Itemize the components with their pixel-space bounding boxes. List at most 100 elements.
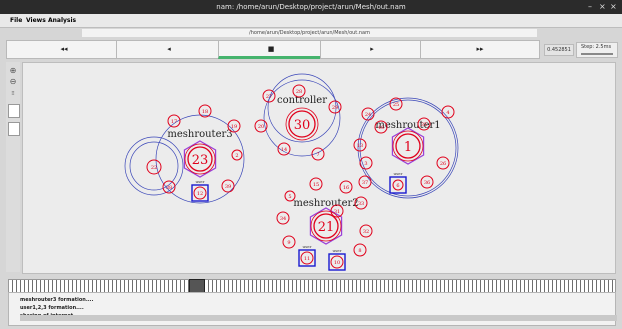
node-21[interactable]: 21 (310, 210, 342, 242)
node-30[interactable]: 30 (285, 107, 319, 141)
node-10[interactable]: 10 (330, 255, 344, 269)
node-label: 25 (393, 102, 399, 108)
node-label: 24 (365, 112, 371, 118)
node-label: 3 (364, 161, 367, 167)
node-label: 12 (197, 191, 203, 197)
annotation-line[interactable]: user1,2,3 formation.... (20, 305, 84, 311)
node-label: 8 (358, 248, 361, 254)
fast-forward-button[interactable]: ▸▸ (420, 40, 540, 59)
menu-analysis[interactable]: Analysis (48, 14, 76, 27)
step-control[interactable]: Step: 2.5ms (576, 42, 618, 58)
node-5[interactable]: 5 (284, 190, 296, 202)
node-39[interactable]: 39 (221, 179, 235, 193)
node-11[interactable]: 11 (300, 251, 314, 265)
node-1[interactable]: 1 (392, 130, 424, 162)
node-label: 17 (171, 119, 177, 125)
node-label: 23 (192, 153, 209, 168)
user-box-tag: user (394, 171, 403, 176)
network-canvas[interactable]: controller meshrouter3 meshrouter1 meshrout… (22, 62, 616, 274)
node-label: 15 (313, 182, 319, 188)
zoom-toolbar: ⊕ ⊖ ⠿ (6, 62, 20, 272)
timeline-slider[interactable] (8, 279, 616, 294)
node-label: 14 (281, 147, 287, 153)
node-label: 20 (258, 124, 264, 130)
node-32[interactable]: 32 (359, 224, 373, 238)
stop-button[interactable]: ■ (218, 40, 324, 59)
node-label: 13 (357, 143, 363, 149)
node-label: 38 (166, 185, 172, 191)
step-back-button[interactable]: ◂ (116, 40, 222, 59)
node-2[interactable]: 2 (231, 149, 243, 161)
window-title: nam: /home/arun/Desktop/project/arun/Mes… (216, 3, 406, 11)
node-label: 5 (288, 194, 291, 200)
node-12[interactable]: 12 (193, 186, 207, 200)
node-label: 21 (318, 220, 335, 235)
annotation-selection (20, 315, 617, 321)
annotation-line[interactable]: meshrouter3 formation.... (20, 297, 93, 303)
minimize-button[interactable]: – (588, 0, 592, 14)
node-29[interactable]: 29 (328, 100, 342, 114)
node-label: 26 (440, 161, 446, 167)
node-label: 28 (296, 89, 302, 95)
node-label: 11 (304, 256, 310, 262)
node-22[interactable]: 22 (146, 159, 162, 175)
user-box-tag: user (196, 179, 205, 184)
node-label: 35 (421, 122, 427, 128)
node-label: 37 (362, 180, 368, 186)
user-box-tag: user (333, 248, 342, 253)
file-path-label: /home/arun/Desktop/project/arun/Mesh/out… (82, 29, 537, 37)
node-label: 16 (343, 185, 349, 191)
network-graph: controllermeshrouter3meshrouter1meshrout… (124, 73, 459, 271)
pan-handle-top[interactable] (8, 104, 20, 118)
node-label: 31 (334, 209, 340, 215)
zoom-out-icon[interactable]: ⊖ (8, 77, 18, 86)
rewind-button[interactable]: ◂◂ (6, 40, 122, 59)
node-label: 1 (404, 140, 412, 155)
node-label: 9 (287, 240, 290, 246)
zoom-in-icon[interactable]: ⊕ (8, 66, 18, 75)
node-name-meshrouter1: meshrouter1 (375, 120, 440, 131)
play-button[interactable]: ▸ (320, 40, 424, 59)
node-label: 40 (378, 125, 384, 131)
node-name-meshrouter3: meshrouter3 (167, 129, 232, 140)
node-label: 19 (231, 124, 237, 130)
menu-bar: File Views Analysis (0, 14, 622, 28)
node-label: 10 (334, 260, 340, 266)
node-6[interactable]: 6 (392, 179, 404, 191)
node-16[interactable]: 16 (339, 180, 353, 194)
node-label: 32 (363, 229, 369, 235)
grip-icon[interactable]: ⠿ (8, 90, 18, 99)
node-36[interactable]: 36 (420, 175, 434, 189)
node-34[interactable]: 34 (276, 211, 290, 225)
node-label: 6 (396, 183, 399, 189)
maximize-button[interactable]: × (599, 0, 606, 14)
node-4[interactable]: 4 (441, 105, 455, 119)
node-label: 34 (280, 216, 286, 222)
menu-file[interactable]: File (10, 14, 22, 27)
node-label: 2 (235, 153, 238, 159)
node-label: 39 (225, 184, 231, 190)
node-3[interactable]: 3 (359, 156, 373, 170)
close-button[interactable]: × (610, 0, 617, 14)
node-19[interactable]: 19 (227, 119, 241, 133)
node-8[interactable]: 8 (353, 243, 367, 257)
node-23[interactable]: 23 (184, 143, 216, 175)
node-26[interactable]: 26 (436, 156, 450, 170)
node-label: 4 (446, 110, 449, 116)
node-label: 33 (358, 201, 364, 207)
annotation-panel: meshrouter3 formation.... user1,2,3 form… (8, 292, 617, 326)
node-37[interactable]: 37 (358, 175, 372, 189)
node-label: 27 (266, 94, 272, 100)
time-display: 0.452851 (544, 44, 574, 56)
step-slider[interactable] (581, 53, 613, 55)
node-15[interactable]: 15 (309, 177, 323, 191)
node-9[interactable]: 9 (282, 235, 296, 249)
menu-views[interactable]: Views (26, 14, 46, 27)
user-box-tag: user (303, 244, 312, 249)
node-label: 18 (202, 109, 208, 115)
pan-handle-bottom[interactable] (8, 122, 20, 136)
node-label: 22 (151, 165, 157, 171)
node-name-meshrouter2: meshrouter2 (293, 198, 358, 209)
window-title-bar: nam: /home/arun/Desktop/project/arun/Mes… (0, 0, 622, 14)
node-label: 30 (294, 118, 311, 133)
